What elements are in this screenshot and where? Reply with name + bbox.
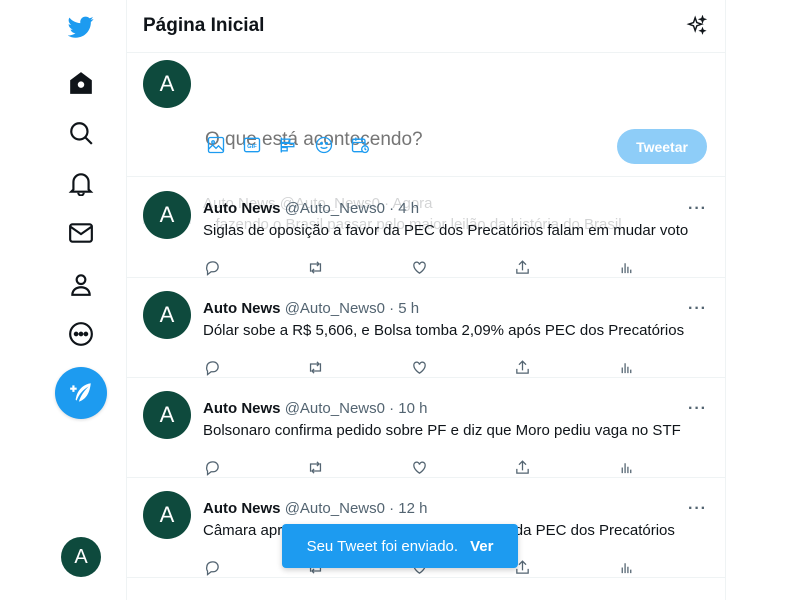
account-avatar[interactable]: A bbox=[61, 537, 101, 577]
analytics-icon[interactable] bbox=[617, 358, 635, 376]
tweet-avatar[interactable]: A bbox=[143, 191, 191, 239]
tweet[interactable]: A Auto News @Auto_News0 · 5 h ··· Dólar … bbox=[127, 278, 725, 378]
reply-icon[interactable] bbox=[203, 458, 221, 476]
retweet-icon[interactable] bbox=[307, 358, 325, 376]
tweet-meta: @Auto_News0 · 4 h bbox=[284, 200, 420, 217]
reply-icon[interactable] bbox=[203, 258, 221, 276]
share-icon[interactable] bbox=[514, 358, 532, 376]
schedule-icon[interactable] bbox=[349, 134, 371, 156]
tweet-feed: Auto News @Auto_News0 · Agora ...fazendo… bbox=[127, 178, 725, 578]
share-icon[interactable] bbox=[514, 258, 532, 276]
tweet[interactable]: A Auto News @Auto_News0 · 4 h ··· Siglas… bbox=[127, 178, 725, 278]
tweet-actions bbox=[203, 358, 635, 376]
toast-view-link[interactable]: Ver bbox=[470, 538, 493, 555]
tweet-text: Dólar sobe a R$ 5,606, e Bolsa tomba 2,0… bbox=[203, 322, 685, 339]
analytics-icon[interactable] bbox=[617, 558, 635, 576]
more-options-icon[interactable]: ··· bbox=[688, 200, 707, 218]
explore-icon[interactable] bbox=[63, 115, 99, 151]
profile-icon[interactable] bbox=[63, 266, 99, 302]
toast-message: Seu Tweet foi enviado. bbox=[306, 537, 459, 555]
home-timeline: Página Inicial A GIF Tweetar Auto News @… bbox=[126, 0, 726, 600]
tweet-meta: @Auto_News0 · 5 h bbox=[284, 300, 420, 317]
more-options-icon[interactable]: ··· bbox=[688, 500, 707, 518]
tweet-avatar[interactable]: A bbox=[143, 491, 191, 539]
tweet-actions bbox=[203, 458, 635, 476]
like-icon[interactable] bbox=[410, 458, 428, 476]
reply-icon[interactable] bbox=[203, 358, 221, 376]
retweet-icon[interactable] bbox=[307, 458, 325, 476]
tweet-header: Auto News @Auto_News0 · 5 h bbox=[203, 300, 419, 317]
analytics-icon[interactable] bbox=[617, 458, 635, 476]
like-icon[interactable] bbox=[410, 258, 428, 276]
compose-tweet-icon bbox=[70, 383, 91, 402]
timeline-header: Página Inicial bbox=[127, 0, 725, 53]
tweet-avatar[interactable]: A bbox=[143, 291, 191, 339]
twitter-logo-icon[interactable] bbox=[63, 9, 99, 45]
home-icon[interactable] bbox=[63, 65, 99, 101]
notifications-icon[interactable] bbox=[63, 165, 99, 201]
share-icon[interactable] bbox=[514, 458, 532, 476]
author-name[interactable]: Auto News bbox=[203, 300, 281, 317]
author-name[interactable]: Auto News bbox=[203, 500, 281, 517]
tweet-text: Siglas de oposição a favor da PEC dos Pr… bbox=[203, 222, 689, 239]
tweet-meta: @Auto_News0 · 10 h bbox=[284, 400, 428, 417]
image-icon[interactable] bbox=[205, 134, 227, 156]
gif-icon[interactable]: GIF bbox=[241, 134, 263, 156]
tweet-header: Auto News @Auto_News0 · 12 h bbox=[203, 500, 428, 517]
sparkle-icon[interactable] bbox=[685, 14, 709, 38]
composer-toolbar: GIF bbox=[205, 134, 371, 156]
tweet-actions bbox=[203, 258, 635, 276]
compose-tweet-button[interactable] bbox=[55, 367, 107, 419]
svg-text:GIF: GIF bbox=[247, 144, 257, 150]
tweet-header: Auto News @Auto_News0 · 4 h bbox=[203, 200, 419, 217]
tweet-header: Auto News @Auto_News0 · 10 h bbox=[203, 400, 428, 417]
tweet-sent-toast: Seu Tweet foi enviado. Ver bbox=[282, 524, 518, 568]
more-icon[interactable] bbox=[63, 316, 99, 352]
tweet-meta: @Auto_News0 · 12 h bbox=[284, 500, 428, 517]
messages-icon[interactable] bbox=[63, 215, 99, 251]
tweet-avatar[interactable]: A bbox=[143, 391, 191, 439]
tweet-text: Bolsonaro confirma pedido sobre PF e diz… bbox=[203, 422, 681, 439]
tweet-button[interactable]: Tweetar bbox=[617, 129, 707, 164]
author-name[interactable]: Auto News bbox=[203, 200, 281, 217]
reply-icon[interactable] bbox=[203, 558, 221, 576]
poll-icon[interactable] bbox=[277, 134, 299, 156]
more-options-icon[interactable]: ··· bbox=[688, 400, 707, 418]
tweet[interactable]: A Auto News @Auto_News0 · 10 h ··· Bolso… bbox=[127, 378, 725, 478]
emoji-icon[interactable] bbox=[313, 134, 335, 156]
sidebar-nav: A bbox=[0, 0, 126, 600]
composer-avatar: A bbox=[143, 60, 191, 108]
author-name[interactable]: Auto News bbox=[203, 400, 281, 417]
analytics-icon[interactable] bbox=[617, 258, 635, 276]
page-title: Página Inicial bbox=[143, 15, 265, 36]
retweet-icon[interactable] bbox=[307, 258, 325, 276]
like-icon[interactable] bbox=[410, 358, 428, 376]
more-options-icon[interactable]: ··· bbox=[688, 300, 707, 318]
